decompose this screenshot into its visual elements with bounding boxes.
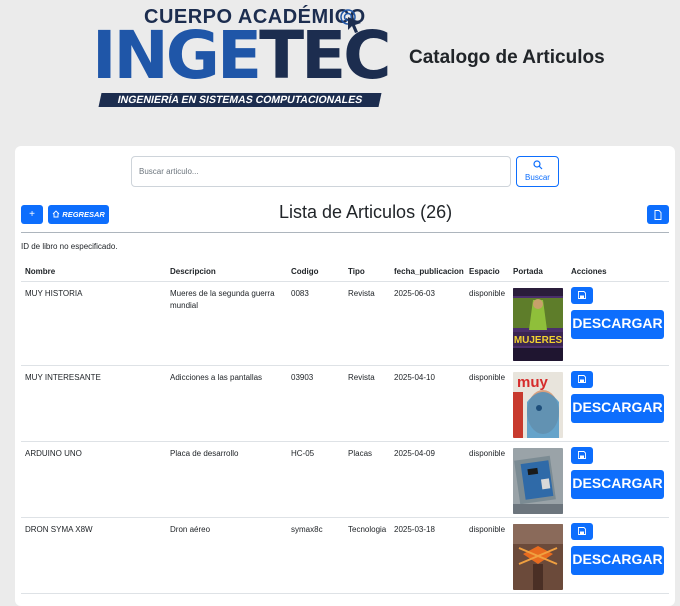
column-header: Descripcion <box>166 262 287 282</box>
table-row: ARDUINO UNO Placa de desarrollo HC-05 Pl… <box>21 441 669 518</box>
column-header: Tipo <box>344 262 390 282</box>
logo-wordmark: INGETEC <box>92 17 392 94</box>
column-header: Acciones <box>567 262 669 282</box>
page-title: Catalogo de Articulos <box>409 47 605 68</box>
table-row: DRON SYMA X8W Dron aéreo symax8c Tecnolo… <box>21 517 669 594</box>
cell-fecha: 2025-04-10 <box>390 365 465 442</box>
cover-image: MUJERES <box>513 288 563 361</box>
download-button[interactable]: DESCARGAR <box>571 394 664 423</box>
cell-fecha: 2025-03-18 <box>390 517 465 594</box>
add-button[interactable]: + <box>21 205 43 224</box>
save-icon-button[interactable] <box>571 371 593 388</box>
logo-band-text: INGENIERÍA EN SISTEMAS COMPUTACIONALES <box>98 93 382 107</box>
download-button[interactable]: DESCARGAR <box>571 546 664 575</box>
cell-tipo: Placas <box>344 441 390 518</box>
cell-espacio: disponible <box>465 365 509 442</box>
report-button[interactable] <box>647 205 669 224</box>
cell-espacio: disponible <box>465 517 509 594</box>
cover-image <box>513 448 563 514</box>
ingetec-logo: CUERPO ACADÉMICO INGETEC INGENIERÍA EN S… <box>92 6 392 110</box>
cell-codigo: 0083 <box>287 281 344 366</box>
cell-espacio: disponible <box>465 441 509 518</box>
cell-acciones: DESCARGAR <box>567 517 669 594</box>
cover-image <box>513 524 563 590</box>
table-row: MUY INTERESANTE Adicciones a las pantall… <box>21 365 669 442</box>
table-row: MUY HISTORIA Mueres de la segunda guerra… <box>21 281 669 366</box>
cell-codigo: symax8c <box>287 517 344 594</box>
document-icon <box>654 210 662 220</box>
cell-codigo: HC-05 <box>287 441 344 518</box>
cell-codigo: 03903 <box>287 365 344 442</box>
floppy-icon <box>578 527 586 535</box>
cell-portada <box>509 517 567 594</box>
download-button[interactable]: DESCARGAR <box>571 310 664 339</box>
save-icon-button[interactable] <box>571 287 593 304</box>
search-button[interactable]: Buscar <box>516 156 559 187</box>
status-message: ID de libro no especificado. <box>21 242 118 251</box>
back-button[interactable]: REGRESAR <box>48 205 109 224</box>
column-header: Codigo <box>287 262 344 282</box>
cell-tipo: Tecnologia <box>344 517 390 594</box>
download-button[interactable]: DESCARGAR <box>571 470 664 499</box>
column-header: Nombre <box>21 262 166 282</box>
page-header: CUERPO ACADÉMICO INGETEC INGENIERÍA EN S… <box>0 0 680 146</box>
search-input[interactable] <box>131 156 511 187</box>
floppy-icon <box>578 291 586 299</box>
cell-portada <box>509 441 567 518</box>
cell-fecha: 2025-06-03 <box>390 281 465 366</box>
cell-nombre: DRON SYMA X8W <box>21 517 166 594</box>
list-title: Lista de Articulos (26) <box>279 202 453 222</box>
search-button-label: Buscar <box>525 173 550 182</box>
cell-acciones: DESCARGAR <box>567 441 669 518</box>
cell-descripcion: Dron aéreo <box>166 517 287 594</box>
save-icon-button[interactable] <box>571 447 593 464</box>
title-divider <box>21 232 669 233</box>
catalog-card: Buscar + REGRESAR Lista de Articulos (26… <box>15 146 675 606</box>
cell-tipo: Revista <box>344 281 390 366</box>
cover-image: muy <box>513 372 563 438</box>
column-header: Espacio <box>465 262 509 282</box>
cell-portada: muy <box>509 365 567 442</box>
articles-table: Nombre Descripcion Codigo Tipo fecha_pub… <box>21 262 669 594</box>
back-button-label: REGRESAR <box>62 210 105 219</box>
cover-text: muy <box>517 374 549 391</box>
cell-acciones: DESCARGAR <box>567 281 669 366</box>
cell-fecha: 2025-04-09 <box>390 441 465 518</box>
cell-tipo: Revista <box>344 365 390 442</box>
floppy-icon <box>578 375 586 383</box>
cell-acciones: DESCARGAR <box>567 365 669 442</box>
cell-espacio: disponible <box>465 281 509 366</box>
search-icon <box>532 160 542 170</box>
cell-descripcion: Mueres de la segunda guerra mundial <box>166 281 287 366</box>
cover-text: MUJERES <box>514 335 563 346</box>
floppy-icon <box>578 451 586 459</box>
cell-portada: MUJERES <box>509 281 567 366</box>
save-icon-button[interactable] <box>571 523 593 540</box>
cell-descripcion: Adicciones a las pantallas <box>166 365 287 442</box>
cell-nombre: MUY HISTORIA <box>21 281 166 366</box>
cell-descripcion: Placa de desarrollo <box>166 441 287 518</box>
cell-nombre: MUY INTERESANTE <box>21 365 166 442</box>
home-icon <box>52 210 60 218</box>
cell-nombre: ARDUINO UNO <box>21 441 166 518</box>
table-header-row: Nombre Descripcion Codigo Tipo fecha_pub… <box>21 262 669 282</box>
column-header: fecha_publicacion <box>390 262 465 282</box>
column-header: Portada <box>509 262 567 282</box>
